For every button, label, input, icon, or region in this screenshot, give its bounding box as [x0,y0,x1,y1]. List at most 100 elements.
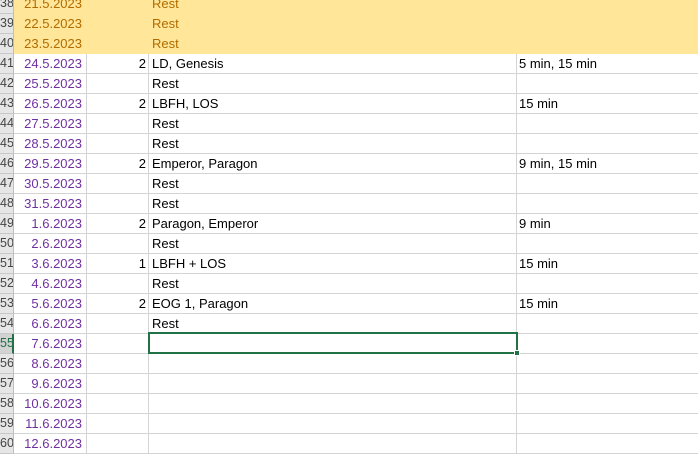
count-cell[interactable] [87,194,149,214]
row-header[interactable]: 58 [0,394,14,414]
duration-cell[interactable] [517,354,698,374]
row-header[interactable]: 59 [0,414,14,434]
count-cell[interactable] [87,414,149,434]
date-cell[interactable]: 2.6.2023 [14,234,87,254]
row-header[interactable]: 45 [0,134,14,154]
activity-cell[interactable]: Paragon, Emperor [149,214,517,234]
count-cell[interactable] [87,74,149,94]
date-cell[interactable]: 27.5.2023 [14,114,87,134]
row-header[interactable]: 55 [0,334,14,354]
count-cell[interactable] [87,334,149,354]
duration-cell[interactable] [517,394,698,414]
row-header[interactable]: 43 [0,94,14,114]
date-cell[interactable]: 11.6.2023 [14,414,87,434]
duration-cell[interactable] [517,334,698,354]
date-cell[interactable]: 3.6.2023 [14,254,87,274]
date-cell[interactable]: 12.6.2023 [14,434,87,454]
duration-cell[interactable]: 9 min, 15 min [517,154,698,174]
date-cell[interactable]: 10.6.2023 [14,394,87,414]
count-cell[interactable] [87,374,149,394]
duration-cell[interactable] [517,374,698,394]
count-cell[interactable] [87,114,149,134]
row-header[interactable]: 44 [0,114,14,134]
duration-cell[interactable] [517,174,698,194]
row-header[interactable]: 39 [0,14,14,34]
activity-cell[interactable]: Rest [149,174,517,194]
row-header[interactable]: 50 [0,234,14,254]
date-cell[interactable]: 28.5.2023 [14,134,87,154]
activity-cell[interactable] [149,334,517,354]
row-header[interactable]: 49 [0,214,14,234]
row-header[interactable]: 51 [0,254,14,274]
activity-cell[interactable]: Rest [149,74,517,94]
count-cell[interactable] [87,134,149,154]
date-cell[interactable]: 31.5.2023 [14,194,87,214]
date-cell[interactable]: 7.6.2023 [14,334,87,354]
activity-cell[interactable] [149,354,517,374]
row-header[interactable]: 47 [0,174,14,194]
activity-cell[interactable]: LBFH + LOS [149,254,517,274]
date-cell[interactable]: 6.6.2023 [14,314,87,334]
activity-cell[interactable] [149,414,517,434]
activity-cell[interactable] [149,374,517,394]
activity-cell[interactable] [149,434,517,454]
activity-cell[interactable]: Rest [149,274,517,294]
duration-cell[interactable] [517,274,698,294]
count-cell[interactable]: 2 [87,214,149,234]
activity-cell[interactable]: Rest [149,114,517,134]
count-cell[interactable] [87,394,149,414]
date-cell[interactable]: 25.5.2023 [14,74,87,94]
date-cell[interactable]: 1.6.2023 [14,214,87,234]
count-cell[interactable] [87,354,149,374]
count-cell[interactable] [87,314,149,334]
date-cell[interactable]: 22.5.2023 [14,14,87,34]
row-header[interactable]: 38 [0,0,14,14]
count-cell[interactable] [87,274,149,294]
row-header[interactable]: 46 [0,154,14,174]
duration-cell[interactable] [517,314,698,334]
count-cell[interactable]: 2 [87,94,149,114]
row-header[interactable]: 42 [0,74,14,94]
count-cell[interactable] [87,0,149,14]
duration-cell[interactable]: 15 min [517,294,698,314]
count-cell[interactable] [87,14,149,34]
count-cell[interactable] [87,174,149,194]
duration-cell[interactable]: 15 min [517,254,698,274]
row-header[interactable]: 52 [0,274,14,294]
duration-cell[interactable] [517,194,698,214]
count-cell[interactable] [87,434,149,454]
row-header[interactable]: 57 [0,374,14,394]
activity-cell[interactable]: Rest [149,14,517,34]
count-cell[interactable]: 2 [87,54,149,74]
activity-cell[interactable]: Rest [149,314,517,334]
duration-cell[interactable] [517,34,698,54]
activity-cell[interactable] [149,394,517,414]
date-cell[interactable]: 8.6.2023 [14,354,87,374]
duration-cell[interactable]: 5 min, 15 min [517,54,698,74]
activity-cell[interactable]: Rest [149,234,517,254]
fill-handle[interactable] [514,350,520,356]
row-header[interactable]: 54 [0,314,14,334]
row-header[interactable]: 41 [0,54,14,74]
activity-cell[interactable]: LD, Genesis [149,54,517,74]
date-cell[interactable]: 30.5.2023 [14,174,87,194]
activity-cell[interactable]: Rest [149,134,517,154]
duration-cell[interactable] [517,0,698,14]
activity-cell[interactable]: Rest [149,34,517,54]
row-header[interactable]: 53 [0,294,14,314]
date-cell[interactable]: 29.5.2023 [14,154,87,174]
row-header[interactable]: 48 [0,194,14,214]
activity-cell[interactable]: Rest [149,194,517,214]
duration-cell[interactable] [517,434,698,454]
row-header[interactable]: 60 [0,434,14,454]
duration-cell[interactable] [517,114,698,134]
activity-cell[interactable]: LBFH, LOS [149,94,517,114]
duration-cell[interactable] [517,74,698,94]
duration-cell[interactable] [517,134,698,154]
count-cell[interactable] [87,234,149,254]
activity-cell[interactable]: EOG 1, Paragon [149,294,517,314]
count-cell[interactable]: 2 [87,294,149,314]
date-cell[interactable]: 21.5.2023 [14,0,87,14]
activity-cell[interactable]: Rest [149,0,517,14]
duration-cell[interactable]: 9 min [517,214,698,234]
